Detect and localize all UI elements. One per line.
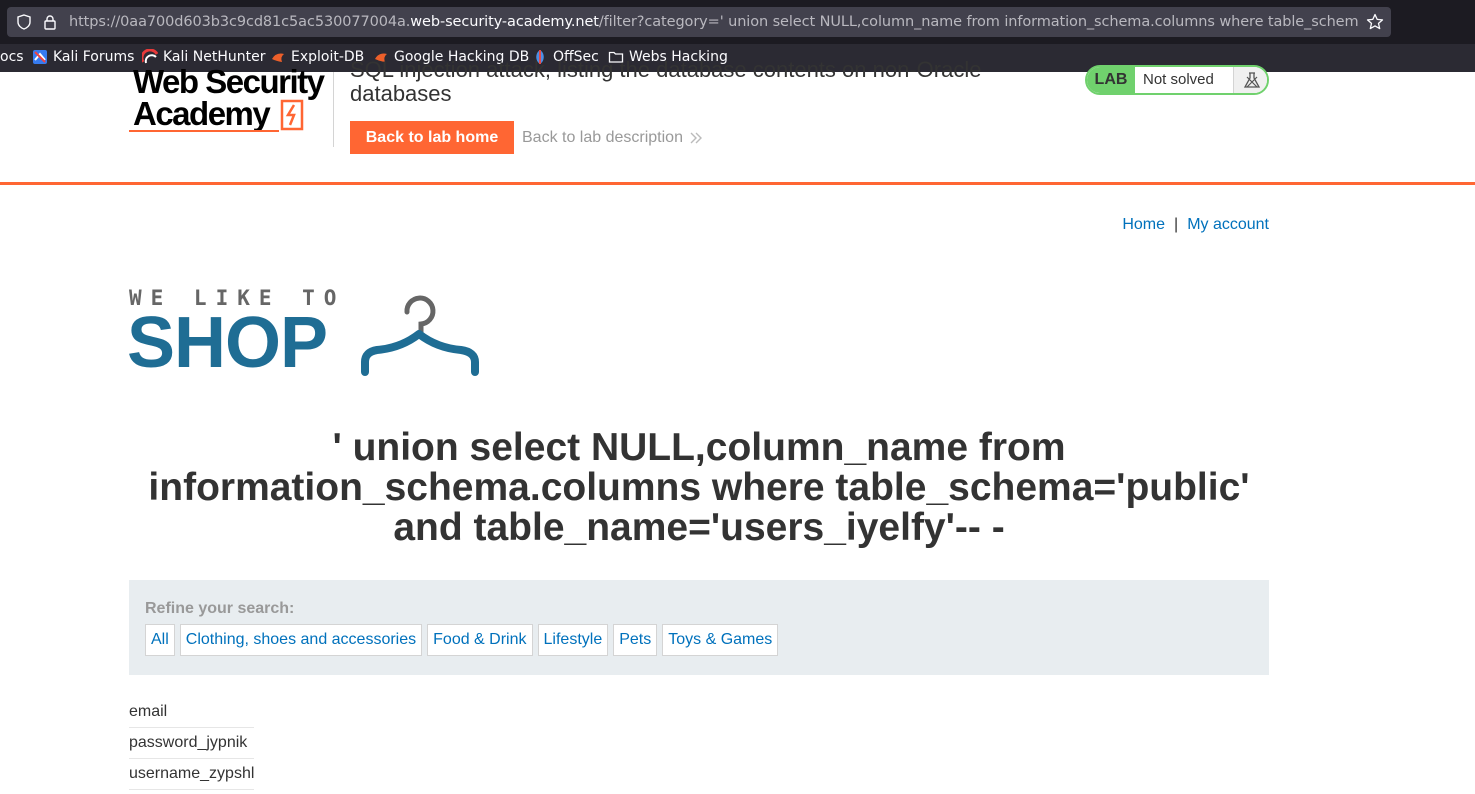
back-to-lab-home-button[interactable]: Back to lab home — [350, 121, 514, 154]
flask-icon — [1243, 72, 1261, 88]
header-divider — [333, 72, 334, 147]
lab-title: SQL injection attack, listing the databa… — [350, 57, 982, 106]
logo-underline — [129, 130, 279, 132]
filter-lifestyle[interactable]: Lifestyle — [537, 624, 609, 656]
filter-food-drink[interactable]: Food & Drink — [427, 624, 533, 656]
back-to-lab-description-link[interactable]: Back to lab description — [522, 129, 703, 147]
address-bar[interactable]: https://0aa700d603b3c9cd81c5ac530077004a… — [7, 7, 1391, 37]
browser-toolbar: https://0aa700d603b3c9cd81c5ac530077004a… — [0, 0, 1475, 44]
description-link-label: Back to lab description — [522, 129, 683, 146]
table-row: password_jypnik — [129, 728, 254, 759]
results-table: email password_jypnik username_zypshl — [129, 697, 254, 790]
bookmark-docs[interactable]: ocs — [0, 49, 24, 65]
lab-status-widget: LAB Not solved — [1085, 65, 1269, 95]
url-text[interactable]: https://0aa700d603b3c9cd81c5ac530077004a… — [69, 14, 1359, 30]
filter-toys-games[interactable]: Toys & Games — [662, 624, 779, 656]
logo-bolt-icon — [280, 99, 304, 131]
bookmark-label: Kali Forums — [53, 49, 135, 65]
bookmark-kali-forums[interactable]: Kali Forums — [32, 49, 134, 65]
bookmark-label: ocs — [0, 49, 24, 65]
filter-label: Refine your search: — [145, 600, 295, 617]
shield-icon[interactable] — [16, 14, 32, 30]
filter-panel: Refine your search: All Clothing, shoes … — [129, 580, 1269, 675]
home-link[interactable]: Home — [1122, 216, 1165, 233]
search-result-heading: ' union select NULL,column_name from inf… — [148, 426, 1250, 549]
shop-word: SHOP — [127, 303, 328, 383]
page: Web Security Academy SQL injection attac… — [0, 58, 1475, 794]
filter-list: All Clothing, shoes and accessories Food… — [145, 624, 779, 656]
url-path: /filter?category=' union select NULL,col… — [598, 14, 1359, 30]
nav-separator: | — [1174, 216, 1179, 233]
lab-header: Web Security Academy SQL injection attac… — [0, 58, 1475, 185]
filter-pets[interactable]: Pets — [613, 624, 658, 656]
logo-line2: Academy — [133, 95, 271, 132]
lab-tag: LAB — [1087, 67, 1135, 93]
table-row: email — [129, 697, 254, 728]
hanger-icon — [361, 295, 479, 376]
lock-icon[interactable] — [43, 14, 57, 30]
table-row: username_zypshl — [129, 759, 254, 790]
double-chevron-right-icon — [690, 132, 702, 144]
my-account-link[interactable]: My account — [1187, 216, 1269, 233]
url-host: web-security-academy.net — [410, 14, 599, 30]
bookmark-star-icon[interactable] — [1366, 13, 1384, 31]
filter-all[interactable]: All — [145, 624, 175, 656]
academy-logo[interactable]: Web Security Academy — [129, 63, 329, 134]
filter-clothing[interactable]: Clothing, shoes and accessories — [179, 624, 423, 656]
kali-forums-icon — [33, 50, 47, 64]
shop-logo: WE LIKE TO SHOP — [127, 286, 484, 383]
top-nav: Home | My account — [1122, 216, 1269, 234]
url-prefix: https://0aa700d603b3c9cd81c5ac530077004a… — [69, 14, 411, 30]
lab-status-text: Not solved — [1143, 71, 1214, 88]
status-icon-cell — [1233, 67, 1267, 93]
